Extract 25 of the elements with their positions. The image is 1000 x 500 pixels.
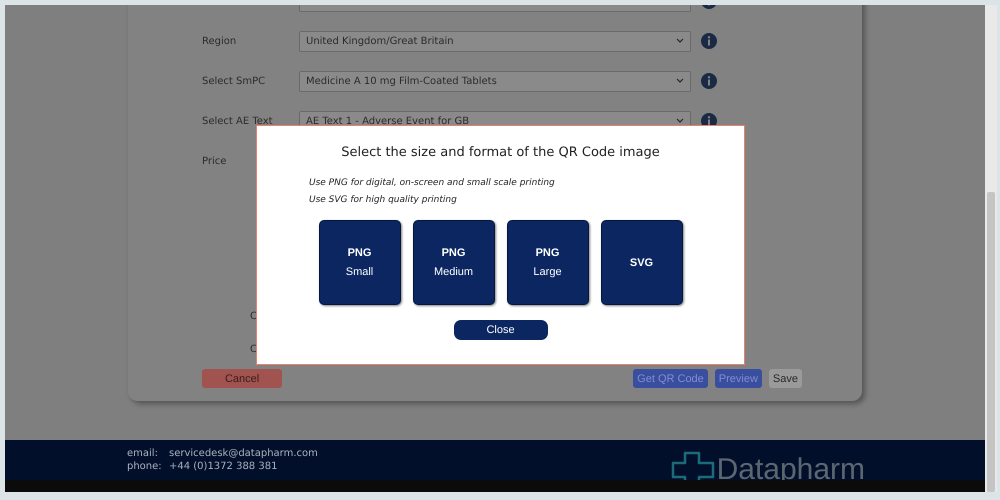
hint-text: Use PNG for digital, on-screen and small scale printing bbox=[309, 178, 555, 188]
close-button[interactable]: Close bbox=[454, 320, 548, 340]
chevron-icon bbox=[676, 38, 684, 44]
contact-value: servicedesk@datapharm.com bbox=[169, 448, 318, 459]
format-option-button[interactable]: SVG bbox=[600, 220, 682, 305]
dropdown[interactable]: United Kingdom/Great Britain bbox=[299, 30, 691, 52]
format-option-button[interactable]: PNG Large bbox=[506, 220, 588, 305]
format-option-button[interactable]: PNG Medium bbox=[412, 220, 494, 305]
chevron-icon bbox=[676, 78, 684, 84]
hint-text: Use SVG for high quality printing bbox=[309, 195, 458, 205]
field-label: Select AE Text bbox=[202, 116, 274, 126]
chevron-icon bbox=[676, 118, 684, 124]
contact-label: email: bbox=[127, 448, 159, 459]
contact-value: +44 (0)1372 388 381 bbox=[169, 461, 278, 472]
field-label: Price bbox=[202, 156, 228, 166]
format-option-button[interactable]: PNG Small bbox=[318, 220, 400, 305]
scrollbar-thumb[interactable] bbox=[987, 192, 995, 492]
cancel-button[interactable]: Cancel bbox=[202, 369, 282, 388]
dropdown[interactable]: Medicine A 10 mg Film-Coated Tablets bbox=[299, 70, 691, 92]
field-label: Select SmPC bbox=[202, 76, 266, 86]
field-label: Region bbox=[202, 36, 238, 46]
logo-text: Datapharm bbox=[716, 453, 865, 487]
contact-label: phone: bbox=[127, 461, 163, 472]
action-button[interactable]: Save bbox=[768, 369, 802, 388]
dialog-title: Select the size and format of the QR Code image bbox=[341, 145, 660, 160]
